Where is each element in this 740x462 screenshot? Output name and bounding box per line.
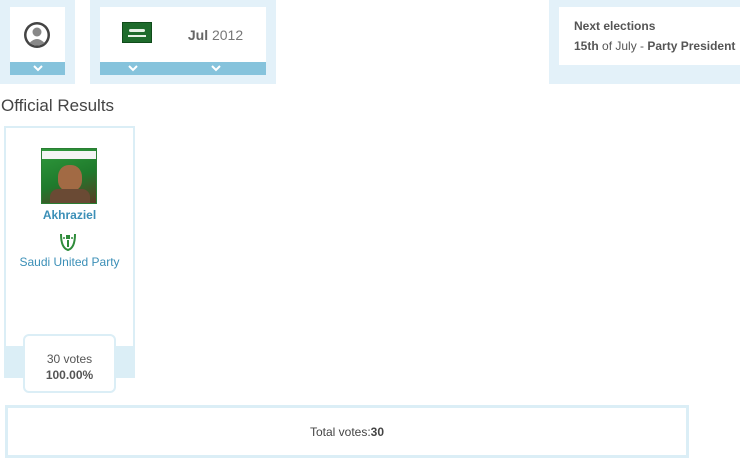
total-votes-label: Total votes: [309, 424, 371, 439]
next-elections-position: Party President [647, 39, 736, 53]
citizen-filter-panel [0, 0, 75, 84]
next-elections-day: 15th [574, 39, 599, 53]
date-selector[interactable]: Jul 2012 [165, 7, 266, 62]
candidate-avatar[interactable] [41, 148, 97, 204]
next-elections-panel: Next elections 15th of July - Party Pres… [549, 0, 740, 84]
next-elections-info: 15th of July - Party President [574, 39, 740, 53]
next-elections-title: Next elections [574, 19, 656, 33]
candidate-card: Akhraziel Saudi United Party 30 votes 10… [4, 126, 135, 393]
chevron-down-icon [32, 65, 43, 72]
page-title: Official Results [1, 96, 115, 115]
date-dropdown-button[interactable] [165, 62, 266, 75]
party-emblem-icon[interactable] [57, 230, 79, 252]
chevron-down-icon [127, 65, 138, 72]
next-elections-month: of July - [598, 39, 648, 53]
selected-date: Jul 2012 [165, 27, 266, 43]
selected-month: Jul [187, 27, 209, 43]
vote-count: 30 votes [46, 352, 93, 366]
vote-percentage: 100.00% [45, 368, 94, 382]
next-elections-card: Next elections 15th of July - Party Pres… [559, 7, 740, 65]
saudi-arabia-flag-icon [122, 22, 152, 43]
country-dropdown-button[interactable] [100, 62, 165, 75]
results-filter-panel: Jul 2012 [90, 0, 276, 84]
selected-year: 2012 [211, 27, 244, 43]
avatar-card[interactable] [10, 7, 65, 62]
total-votes-box: Total votes: 30 [5, 405, 689, 458]
avatar-dropdown-button[interactable] [10, 62, 65, 75]
party-name-link[interactable]: Saudi United Party [6, 255, 133, 269]
candidate-name-link[interactable]: Akhraziel [6, 208, 133, 222]
user-avatar-icon [24, 22, 50, 48]
country-selector[interactable] [100, 7, 165, 62]
vote-result-box: 30 votes 100.00% [23, 334, 116, 393]
total-votes-value: 30 [370, 424, 385, 439]
chevron-down-icon [210, 65, 221, 72]
